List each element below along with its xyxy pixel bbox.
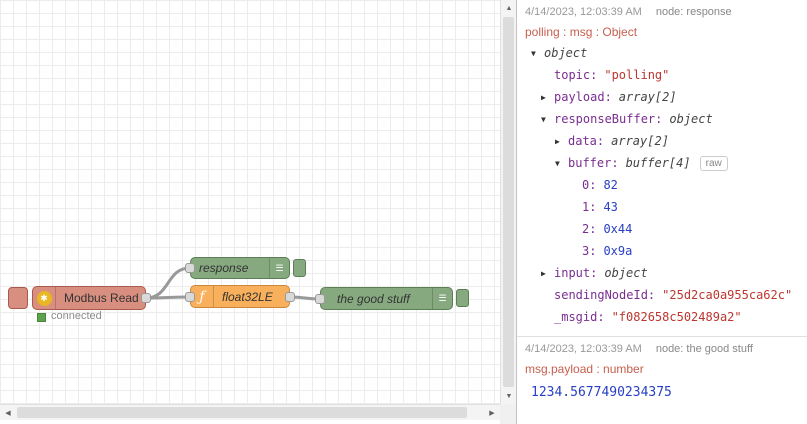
node-response-debug[interactable]: response ☰ bbox=[190, 257, 290, 279]
input-port[interactable] bbox=[315, 294, 325, 304]
value: object bbox=[669, 112, 713, 126]
expand-icon[interactable]: ▶ bbox=[541, 269, 554, 278]
value: array[2] bbox=[618, 90, 677, 104]
function-icon: ƒ bbox=[199, 288, 205, 305]
key: 2: bbox=[582, 222, 597, 236]
node-label: the good stuff bbox=[337, 291, 410, 306]
key: input: bbox=[554, 266, 598, 280]
collapse-icon[interactable]: ▼ bbox=[555, 159, 568, 168]
debug-list-icon: ☰ bbox=[432, 288, 452, 309]
input-port[interactable] bbox=[185, 263, 195, 273]
tree-row: 2: 0x44 bbox=[525, 218, 799, 240]
scroll-right-button[interactable]: ▶ bbox=[484, 405, 500, 421]
input-port[interactable] bbox=[185, 292, 195, 302]
output-port[interactable] bbox=[285, 292, 295, 302]
value: "f082658c502489a2" bbox=[611, 310, 742, 324]
value: buffer[4] bbox=[625, 156, 691, 170]
value: array[2] bbox=[611, 134, 669, 148]
debug-message: 4/14/2023, 12:03:39 AM node: the good st… bbox=[517, 336, 807, 408]
timestamp: 4/14/2023, 12:03:39 AM bbox=[525, 6, 642, 18]
wire-modbus-response bbox=[145, 266, 191, 300]
key: responseBuffer: bbox=[554, 112, 663, 126]
value: object bbox=[604, 266, 648, 280]
value: object bbox=[544, 46, 588, 60]
debug-toggle-button[interactable] bbox=[293, 259, 306, 277]
tree-row: ▶ payload: array[2] bbox=[525, 86, 799, 108]
source-node: node: the good stuff bbox=[655, 343, 753, 355]
debug-message: 4/14/2023, 12:03:39 AM node: response po… bbox=[517, 0, 807, 336]
gear-icon: ✱ bbox=[36, 290, 52, 306]
scroll-up-button[interactable]: ▲ bbox=[501, 0, 517, 16]
value: 0x44 bbox=[603, 222, 633, 236]
tree-row: ▼ buffer: buffer[4] raw bbox=[525, 152, 799, 174]
key: sendingNodeId: bbox=[554, 288, 656, 302]
value: 82 bbox=[603, 178, 618, 192]
debug-list-icon: ☰ bbox=[269, 258, 289, 278]
key: 1: bbox=[582, 200, 597, 214]
debug-message-meta: 4/14/2023, 12:03:39 AM node: response bbox=[525, 6, 799, 18]
flow-canvas[interactable]: ✱ Modbus Read connected response ☰ ƒ flo… bbox=[0, 0, 500, 404]
key: 3: bbox=[582, 244, 597, 258]
vertical-scroll-thumb[interactable] bbox=[503, 17, 514, 387]
node-label: float32LE bbox=[222, 289, 273, 304]
scrollbar-corner bbox=[500, 404, 516, 424]
modbus-icon-region: ✱ bbox=[33, 287, 56, 309]
scroll-down-button[interactable]: ▼ bbox=[501, 388, 517, 404]
value: 43 bbox=[603, 200, 618, 214]
debug-message-meta: 4/14/2023, 12:03:39 AM node: the good st… bbox=[525, 343, 799, 355]
node-modbus-read[interactable]: ✱ Modbus Read bbox=[32, 286, 146, 310]
status-dot bbox=[37, 313, 46, 322]
key: data: bbox=[568, 134, 605, 148]
node-label: Modbus Read bbox=[64, 291, 139, 305]
wire-modbus-float32 bbox=[145, 295, 191, 300]
expand-icon[interactable]: ▶ bbox=[541, 93, 554, 102]
status-text: connected bbox=[51, 310, 102, 322]
value: "polling" bbox=[604, 68, 670, 82]
tree-row: 3: 0x9a bbox=[525, 240, 799, 262]
value: 0x9a bbox=[603, 244, 633, 258]
scroll-left-button[interactable]: ◀ bbox=[0, 405, 16, 421]
json-tree: ▼ object topic: "polling" ▶ payload: arr… bbox=[525, 42, 799, 328]
vertical-scrollbar[interactable]: ▲ ▼ bbox=[500, 0, 516, 404]
key: topic: bbox=[554, 68, 598, 82]
node-red-window: ✱ Modbus Read connected response ☰ ƒ flo… bbox=[0, 0, 807, 424]
output-port[interactable] bbox=[141, 293, 151, 303]
tree-row: ▼ object bbox=[525, 42, 799, 64]
tree-row: sendingNodeId: "25d2ca0a955ca62c" bbox=[525, 284, 799, 306]
node-label: response bbox=[199, 261, 249, 275]
debug-toggle-button[interactable] bbox=[456, 289, 469, 307]
expand-icon[interactable]: ▶ bbox=[555, 137, 568, 146]
collapse-icon[interactable]: ▼ bbox=[541, 115, 554, 124]
timestamp: 4/14/2023, 12:03:39 AM bbox=[525, 343, 642, 355]
message-path: polling : msg : Object bbox=[525, 25, 638, 39]
key: 0: bbox=[582, 178, 597, 192]
node-good-stuff-debug[interactable]: the good stuff ☰ bbox=[320, 287, 453, 310]
key: buffer: bbox=[568, 156, 619, 170]
tree-row: _msgid: "f082658c502489a2" bbox=[525, 306, 799, 328]
horizontal-scroll-thumb[interactable] bbox=[17, 407, 467, 418]
tree-row: 1: 43 bbox=[525, 196, 799, 218]
node-float32le[interactable]: ƒ float32LE bbox=[190, 285, 290, 308]
wires bbox=[145, 266, 321, 301]
key: payload: bbox=[554, 90, 612, 104]
collapse-icon[interactable]: ▼ bbox=[531, 49, 544, 58]
tree-row: ▶ data: array[2] bbox=[525, 130, 799, 152]
tree-row: 0: 82 bbox=[525, 174, 799, 196]
debug-sidebar: 4/14/2023, 12:03:39 AM node: response po… bbox=[516, 0, 807, 424]
unlabeled-node[interactable] bbox=[8, 287, 28, 309]
tree-row: ▼ responseBuffer: object bbox=[525, 108, 799, 130]
message-path: msg.payload : number bbox=[525, 362, 644, 376]
tree-row: topic: "polling" bbox=[525, 64, 799, 86]
payload-value: 1234.5677490234375 bbox=[531, 385, 672, 400]
raw-button[interactable]: raw bbox=[699, 155, 728, 171]
horizontal-scrollbar[interactable]: ◀ ▶ bbox=[0, 404, 500, 420]
value: "25d2ca0a955ca62c" bbox=[662, 288, 793, 302]
tree-row: ▶ input: object bbox=[525, 262, 799, 284]
source-node: node: response bbox=[655, 6, 732, 18]
key: _msgid: bbox=[554, 310, 605, 324]
